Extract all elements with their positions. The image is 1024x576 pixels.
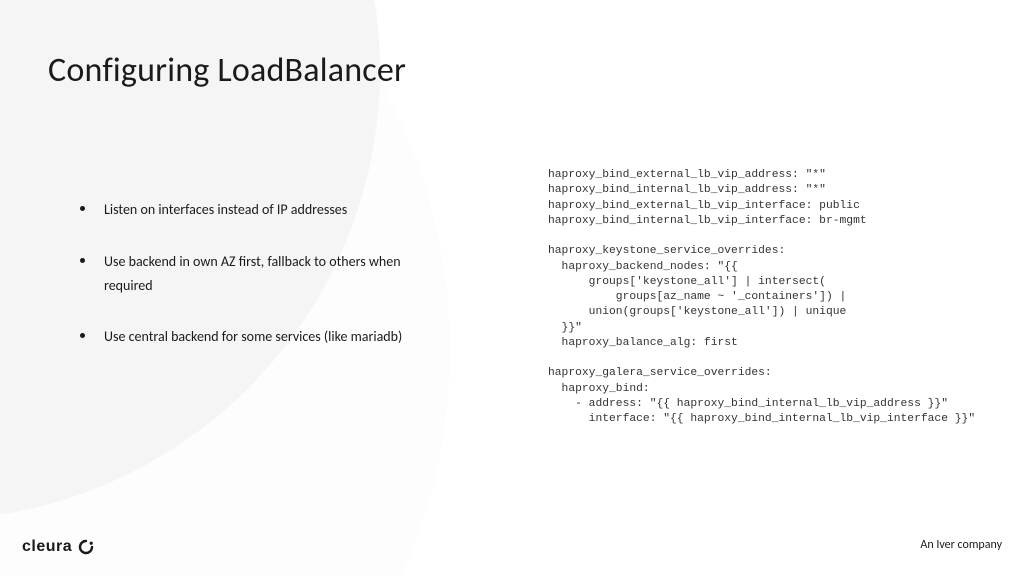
brand-icon	[78, 539, 94, 555]
code-block: haproxy_bind_external_lb_vip_address: "*…	[548, 168, 975, 427]
brand-text: cleura	[22, 538, 72, 556]
footer-brand: cleura	[22, 538, 94, 556]
page-title: Configuring LoadBalancer	[48, 50, 406, 91]
list-item: Use central backend for some services (l…	[80, 325, 440, 349]
list-item: Listen on interfaces instead of IP addre…	[80, 198, 440, 222]
slide: Configuring LoadBalancer Listen on inter…	[0, 0, 1024, 576]
list-item: Use backend in own AZ first, fallback to…	[80, 250, 440, 298]
bullet-list: Listen on interfaces instead of IP addre…	[80, 198, 440, 377]
footer-tagline: An Iver company	[920, 538, 1002, 552]
